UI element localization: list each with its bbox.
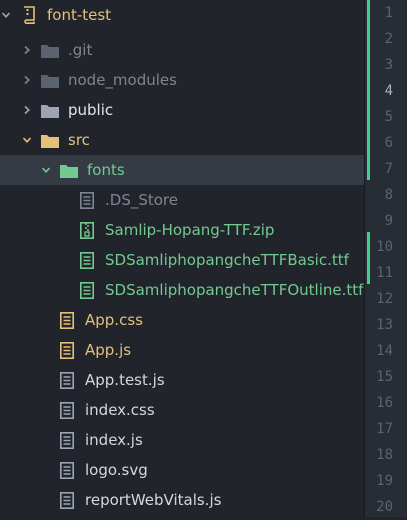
chevron-right-icon[interactable] — [21, 104, 33, 116]
tree-file-app-js[interactable]: App.js — [0, 335, 364, 365]
folder-icon — [41, 41, 59, 59]
line-number: 9 — [384, 213, 393, 229]
tree-item-label: App.css — [85, 311, 143, 329]
folder-open-icon — [41, 131, 59, 149]
chevron-down-icon[interactable] — [21, 134, 33, 146]
tree-item-label: logo.svg — [85, 461, 148, 479]
chevron-down-icon[interactable] — [40, 164, 52, 176]
tree-item-label: App.test.js — [85, 371, 165, 389]
tree-item-label: fonts — [87, 161, 125, 179]
chevron-down-icon[interactable] — [0, 9, 12, 21]
tree-item-label: node_modules — [68, 71, 177, 89]
file-text-icon — [58, 491, 76, 509]
tree-file-zip[interactable]: Samlip-Hopang-TTF.zip — [0, 215, 364, 245]
tree-item-label: .git — [68, 41, 93, 59]
editor-gutter: 1 2 3 4 5 6 7 8 9 10 11 12 13 14 15 16 1… — [364, 0, 407, 517]
line-number: 20 — [376, 499, 393, 515]
line-number: 3 — [384, 57, 393, 73]
tree-root-font-test[interactable]: font-test — [0, 0, 364, 30]
line-number: 16 — [376, 395, 393, 411]
file-text-icon — [78, 281, 96, 299]
file-text-icon — [58, 431, 76, 449]
tree-folder-src[interactable]: src — [0, 125, 364, 155]
file-text-icon — [58, 341, 76, 359]
folder-open-icon — [60, 161, 78, 179]
tree-root-label: font-test — [47, 6, 112, 24]
tree-file-index-js[interactable]: index.js — [0, 425, 364, 455]
tree-item-label: SDSamliphopangcheTTFBasic.ttf — [105, 251, 349, 269]
line-number: 10 — [376, 239, 393, 255]
tree-item-label: Samlip-Hopang-TTF.zip — [105, 221, 275, 239]
line-number: 12 — [376, 291, 393, 307]
line-number: 15 — [376, 369, 393, 385]
file-zip-icon — [78, 221, 96, 239]
line-number-current: 4 — [384, 83, 393, 99]
tree-file-ds-store[interactable]: .DS_Store — [0, 185, 364, 215]
tree-file-index-css[interactable]: index.css — [0, 395, 364, 425]
line-number: 18 — [376, 447, 393, 463]
line-number: 7 — [384, 161, 393, 177]
chevron-right-icon[interactable] — [21, 74, 33, 86]
repo-icon — [20, 6, 38, 24]
folder-icon — [41, 101, 59, 119]
tree-item-label: index.js — [85, 431, 143, 449]
line-number: 19 — [376, 473, 393, 489]
line-number: 11 — [376, 265, 393, 281]
tree-item-label: reportWebVitals.js — [85, 491, 222, 509]
chevron-right-icon[interactable] — [21, 44, 33, 56]
tree-folder-fonts[interactable]: fonts — [0, 155, 364, 185]
file-text-icon — [58, 371, 76, 389]
line-number: 8 — [384, 187, 393, 203]
tree-folder-public[interactable]: public — [0, 95, 364, 125]
tree-item-label: App.js — [85, 341, 132, 359]
tree-file-report-web-vitals[interactable]: reportWebVitals.js — [0, 485, 364, 515]
line-number: 5 — [384, 109, 393, 125]
tree-folder-git[interactable]: .git — [0, 35, 364, 65]
tree-item-label: .DS_Store — [105, 191, 178, 209]
tree-item-label: index.css — [85, 401, 155, 419]
line-number: 1 — [384, 5, 393, 21]
line-number: 2 — [384, 31, 393, 47]
file-text-icon — [78, 251, 96, 269]
tree-file-app-css[interactable]: App.css — [0, 305, 364, 335]
tree-file-logo-svg[interactable]: logo.svg — [0, 455, 364, 485]
folder-icon — [41, 71, 59, 89]
tree-item-label: public — [68, 101, 114, 119]
line-number: 13 — [376, 317, 393, 333]
file-tree-panel: font-test .git node_modules public src f… — [0, 0, 364, 517]
tree-folder-node-modules[interactable]: node_modules — [0, 65, 364, 95]
file-text-icon — [58, 401, 76, 419]
file-text-icon — [58, 311, 76, 329]
line-number: 14 — [376, 343, 393, 359]
tree-item-label: SDSamliphopangcheTTFOutline.ttf — [105, 281, 364, 299]
tree-file-ttf-outline[interactable]: SDSamliphopangcheTTFOutline.ttf — [0, 275, 364, 305]
file-text-icon — [58, 461, 76, 479]
line-number: 6 — [384, 135, 393, 151]
line-number: 17 — [376, 421, 393, 437]
file-text-icon — [78, 191, 96, 209]
tree-file-app-test-js[interactable]: App.test.js — [0, 365, 364, 395]
tree-file-ttf-basic[interactable]: SDSamliphopangcheTTFBasic.ttf — [0, 245, 364, 275]
tree-item-label: src — [68, 131, 90, 149]
